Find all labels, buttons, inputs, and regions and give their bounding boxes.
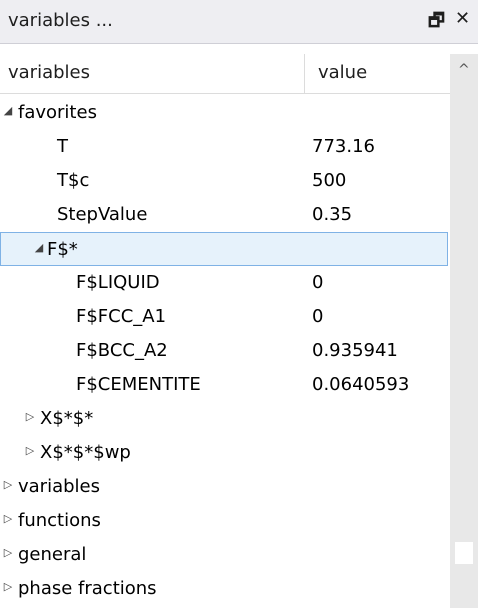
expand-triangle-icon[interactable]: ◢ <box>2 104 14 117</box>
column-divider[interactable] <box>304 54 305 94</box>
restore-icon[interactable]: 🗗 <box>428 8 445 38</box>
collapse-triangle-icon[interactable]: ▷ <box>2 580 14 593</box>
column-header: variables value <box>0 54 450 94</box>
tree-node-value: 0.35 <box>312 204 353 225</box>
tree-node-value: 0.0640593 <box>312 374 410 395</box>
tree-node-value: 0.935941 <box>312 340 398 361</box>
tree-node-label: T <box>57 136 68 157</box>
scroll-thumb[interactable] <box>455 542 473 564</box>
tree-node-label: functions <box>18 510 101 531</box>
tree-node-stepvalue[interactable]: StepValue 0.35 <box>0 198 448 232</box>
tree-node-F-bcc-a2[interactable]: F$BCC_A2 0.935941 <box>0 334 448 368</box>
tree-node-F-fcc-a1[interactable]: F$FCC_A1 0 <box>0 300 448 334</box>
close-icon[interactable]: ✕ <box>455 8 470 29</box>
tree-node-label: T$c <box>57 170 90 191</box>
scroll-up-icon[interactable]: ^ <box>458 62 470 78</box>
tree-node-label: F$BCC_A2 <box>76 340 168 361</box>
vertical-scrollbar[interactable]: ^ <box>450 54 478 608</box>
tree-node-label: F$CEMENTITE <box>76 374 201 395</box>
collapse-triangle-icon[interactable]: ▷ <box>2 478 14 491</box>
tree-node-label: F$FCC_A1 <box>76 306 167 327</box>
tree-node-label: F$* <box>47 239 78 260</box>
tree-node-label: phase fractions <box>18 578 157 599</box>
tree-node-label: general <box>18 544 87 565</box>
collapse-triangle-icon[interactable]: ▷ <box>24 444 36 457</box>
tree-node-value: 773.16 <box>312 136 375 157</box>
column-header-value[interactable]: value <box>318 62 367 83</box>
tree-node-label: F$LIQUID <box>76 272 160 293</box>
tree-node-favorites[interactable]: ◢ favorites <box>0 96 448 130</box>
tree-node-label: favorites <box>18 102 97 123</box>
tree-node-phase-fractions[interactable]: ▷ phase fractions <box>0 572 448 606</box>
tree-node-label: StepValue <box>57 204 148 225</box>
tree-node-label: X$*$*$wp <box>40 442 131 463</box>
tree-node-X-star-star-wp[interactable]: ▷ X$*$*$wp <box>0 436 448 470</box>
tree-node-F-liquid[interactable]: F$LIQUID 0 <box>0 266 448 300</box>
collapse-triangle-icon[interactable]: ▷ <box>2 512 14 525</box>
tree-node-Tc[interactable]: T$c 500 <box>0 164 448 198</box>
tree-node-value: 500 <box>312 170 347 191</box>
tree-node-X-star-star[interactable]: ▷ X$*$* <box>0 402 448 436</box>
collapse-triangle-icon[interactable]: ▷ <box>2 546 14 559</box>
column-header-variables[interactable]: variables <box>8 62 90 83</box>
panel-titlebar: variables ... 🗗 ✕ <box>0 0 478 44</box>
tree-node-general[interactable]: ▷ general <box>0 538 448 572</box>
tree-node-label: X$*$* <box>40 408 94 429</box>
tree-node-value: 0 <box>312 272 324 293</box>
panel-title: variables ... <box>8 10 113 31</box>
tree-node-F-star[interactable]: ◢ F$* <box>0 232 448 266</box>
tree-node-value: 0 <box>312 306 324 327</box>
tree-node-label: variables <box>18 476 100 497</box>
tree-node-variables[interactable]: ▷ variables <box>0 470 448 504</box>
tree-node-F-cementite[interactable]: F$CEMENTITE 0.0640593 <box>0 368 448 402</box>
tree-node-T[interactable]: T 773.16 <box>0 130 448 164</box>
collapse-triangle-icon[interactable]: ▷ <box>24 410 36 423</box>
expand-triangle-icon[interactable]: ◢ <box>33 241 45 254</box>
tree-node-functions[interactable]: ▷ functions <box>0 504 448 538</box>
